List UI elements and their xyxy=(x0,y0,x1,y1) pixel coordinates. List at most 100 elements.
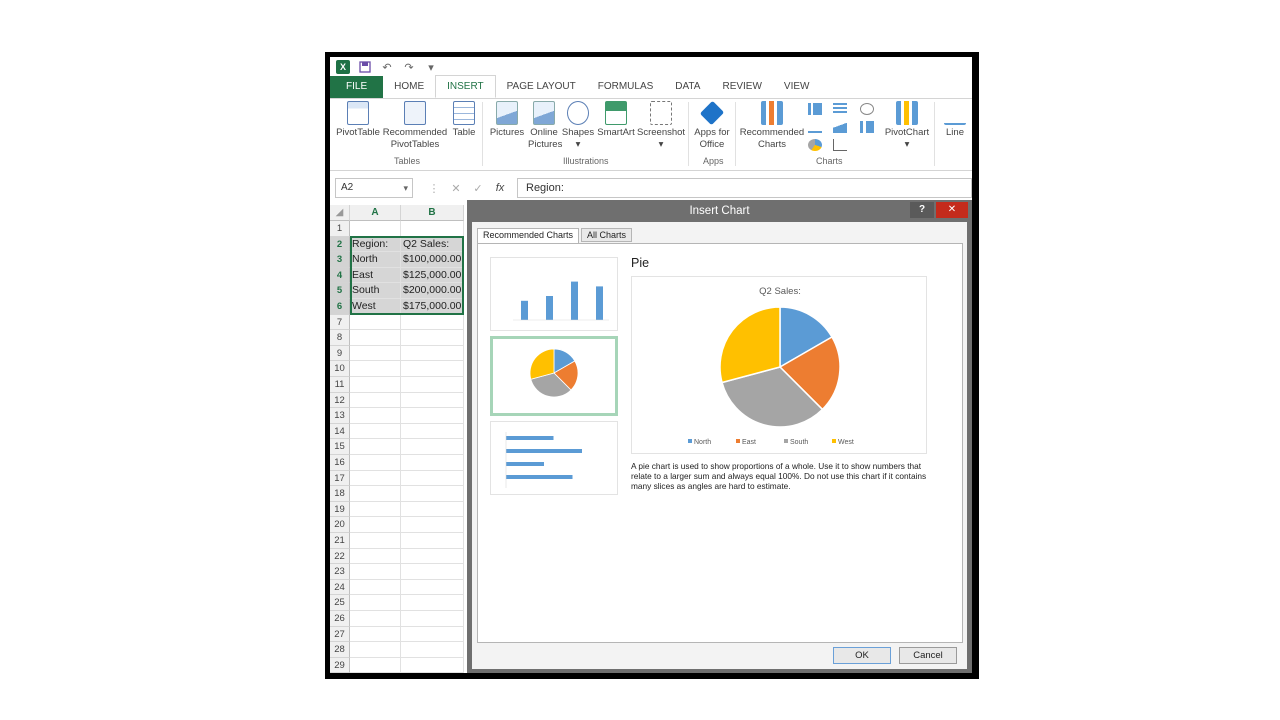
cell-b7[interactable] xyxy=(401,314,464,331)
shapes-button[interactable]: Shapes ▾ xyxy=(561,101,595,151)
online-pictures-button[interactable]: Online Pictures xyxy=(528,101,562,151)
row-header[interactable]: 17 xyxy=(330,470,350,487)
tab-insert[interactable]: INSERT xyxy=(435,75,496,98)
area-chart-icon[interactable] xyxy=(833,121,847,133)
table-button[interactable]: Table xyxy=(449,101,479,139)
cell-a7[interactable] xyxy=(350,314,401,331)
row-header[interactable]: 18 xyxy=(330,486,350,502)
name-box[interactable]: A2 xyxy=(335,178,413,198)
cell-b17[interactable] xyxy=(401,470,464,487)
cell-a1[interactable] xyxy=(350,221,401,237)
ok-button[interactable]: OK xyxy=(833,647,891,664)
bar-chart-icon[interactable] xyxy=(833,103,847,115)
cell-a28[interactable] xyxy=(350,642,401,658)
cell-a12[interactable] xyxy=(350,392,401,409)
pictures-button[interactable]: Pictures xyxy=(486,101,528,139)
tab-all-charts[interactable]: All Charts xyxy=(581,228,633,242)
row-header[interactable]: 23 xyxy=(330,564,350,580)
cell-a9[interactable] xyxy=(350,345,401,362)
tab-view[interactable]: VIEW xyxy=(773,76,821,98)
cell-a29[interactable] xyxy=(350,657,401,673)
row-header[interactable]: 29 xyxy=(330,657,350,673)
cell-b19[interactable] xyxy=(401,501,464,518)
row-header[interactable]: 8 xyxy=(330,330,350,346)
cancel-button[interactable]: Cancel xyxy=(899,647,957,664)
tab-home[interactable]: HOME xyxy=(383,76,435,98)
bar-chart-thumbnail[interactable] xyxy=(490,421,618,495)
cell-a13[interactable] xyxy=(350,408,401,424)
cell-a16[interactable] xyxy=(350,455,401,471)
save-icon[interactable] xyxy=(358,60,372,74)
stock-chart-icon[interactable] xyxy=(860,121,874,133)
scatter-chart-icon[interactable] xyxy=(833,139,847,151)
row-header[interactable]: 11 xyxy=(330,377,350,393)
cell-b25[interactable] xyxy=(401,595,464,611)
cell-b11[interactable] xyxy=(401,377,464,393)
select-all-corner[interactable]: ◢ xyxy=(330,205,350,221)
undo-icon[interactable]: ↶ xyxy=(380,60,394,74)
cell-a27[interactable] xyxy=(350,626,401,643)
row-header[interactable]: 19 xyxy=(330,501,350,518)
insert-function-icon[interactable]: fx xyxy=(489,182,511,194)
help-button[interactable]: ? xyxy=(910,202,934,218)
cell-b18[interactable] xyxy=(401,486,464,502)
cell-b16[interactable] xyxy=(401,455,464,471)
cell-a26[interactable] xyxy=(350,611,401,627)
recommended-charts-button[interactable]: Recommended Charts xyxy=(738,101,806,151)
formula-input[interactable]: Region: xyxy=(517,178,972,198)
row-header[interactable]: 13 xyxy=(330,408,350,424)
cell-b8[interactable] xyxy=(401,330,464,346)
cell-a14[interactable] xyxy=(350,423,401,440)
redo-icon[interactable]: ↷ xyxy=(402,60,416,74)
cell-a21[interactable] xyxy=(350,533,401,549)
line-sparkline-button[interactable]: Line xyxy=(938,101,972,139)
row-header[interactable]: 22 xyxy=(330,548,350,565)
cell-b29[interactable] xyxy=(401,657,464,673)
row-header[interactable]: 6 xyxy=(330,299,350,315)
cell-b1[interactable] xyxy=(401,221,464,237)
cell-b24[interactable] xyxy=(401,579,464,596)
cell-a10[interactable] xyxy=(350,361,401,377)
row-header[interactable]: 7 xyxy=(330,314,350,331)
row-header[interactable]: 5 xyxy=(330,283,350,299)
pie-chart-thumbnail[interactable] xyxy=(490,336,618,416)
column-chart-icon[interactable] xyxy=(808,103,822,115)
row-header[interactable]: 26 xyxy=(330,611,350,627)
cell-b15[interactable] xyxy=(401,439,464,455)
row-header[interactable]: 2 xyxy=(330,236,350,253)
cell-b20[interactable] xyxy=(401,517,464,533)
smartart-button[interactable]: SmartArt xyxy=(596,101,636,139)
column-header-b[interactable]: B xyxy=(401,205,464,221)
cell-b26[interactable] xyxy=(401,611,464,627)
tab-file[interactable]: FILE xyxy=(330,76,384,98)
cell-a23[interactable] xyxy=(350,564,401,580)
row-header[interactable]: 4 xyxy=(330,267,350,284)
row-header[interactable]: 28 xyxy=(330,642,350,658)
row-header[interactable]: 1 xyxy=(330,221,350,237)
row-header[interactable]: 9 xyxy=(330,345,350,362)
pivottable-button[interactable]: PivotTable xyxy=(334,101,382,139)
tab-review[interactable]: REVIEW xyxy=(711,76,772,98)
row-header[interactable]: 3 xyxy=(330,252,350,268)
cell-a15[interactable] xyxy=(350,439,401,455)
shapes-dropdown-icon[interactable]: ▾ xyxy=(561,139,595,151)
cell-b13[interactable] xyxy=(401,408,464,424)
cell-a19[interactable] xyxy=(350,501,401,518)
cell-b12[interactable] xyxy=(401,392,464,409)
cell-a8[interactable] xyxy=(350,330,401,346)
line-chart-small-icon[interactable] xyxy=(808,121,822,133)
close-button[interactable]: ✕ xyxy=(936,202,968,218)
cell-b27[interactable] xyxy=(401,626,464,643)
apps-for-office-button[interactable]: Apps for Office xyxy=(691,100,733,151)
row-header[interactable]: 20 xyxy=(330,517,350,533)
cell-b10[interactable] xyxy=(401,361,464,377)
column-header-a[interactable]: A xyxy=(350,205,401,221)
customize-toolbar-icon[interactable]: ▾ xyxy=(424,60,438,74)
cell-a17[interactable] xyxy=(350,470,401,487)
tab-recommended-charts[interactable]: Recommended Charts xyxy=(477,228,580,244)
enter-entry-icon[interactable]: ✓ xyxy=(467,182,489,195)
cell-b21[interactable] xyxy=(401,533,464,549)
cell-a22[interactable] xyxy=(350,548,401,565)
tab-data[interactable]: DATA xyxy=(664,76,711,98)
row-header[interactable]: 16 xyxy=(330,455,350,471)
